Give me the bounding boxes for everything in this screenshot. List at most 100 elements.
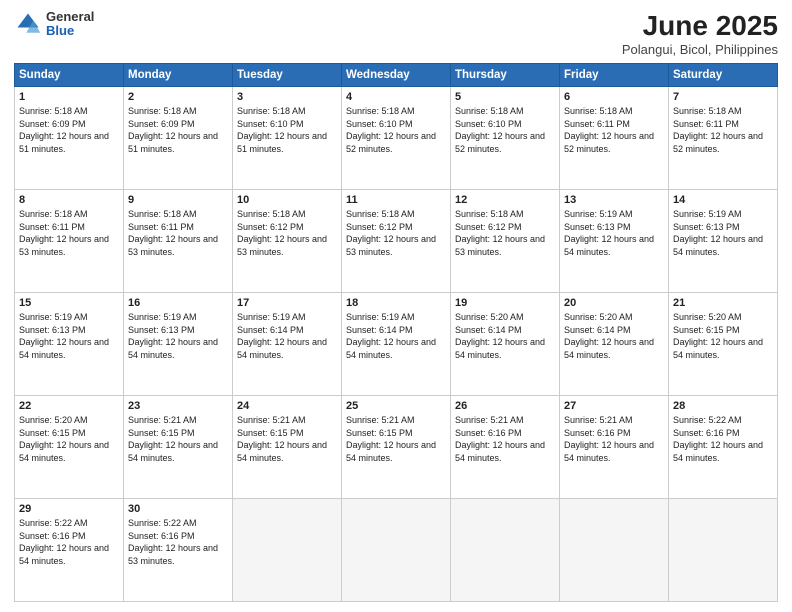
header-friday: Friday	[560, 64, 669, 87]
day-number: 6	[564, 91, 664, 103]
day-info: Sunrise: 5:20 AMSunset: 6:15 PMDaylight:…	[673, 311, 773, 361]
header-wednesday: Wednesday	[342, 64, 451, 87]
day-info: Sunrise: 5:21 AMSunset: 6:15 PMDaylight:…	[128, 414, 228, 464]
empty-cell	[233, 499, 342, 602]
calendar-day-18: 18Sunrise: 5:19 AMSunset: 6:14 PMDayligh…	[342, 293, 451, 396]
day-info: Sunrise: 5:18 AMSunset: 6:10 PMDaylight:…	[237, 105, 337, 155]
day-info: Sunrise: 5:18 AMSunset: 6:11 PMDaylight:…	[128, 208, 228, 258]
header-tuesday: Tuesday	[233, 64, 342, 87]
day-info: Sunrise: 5:20 AMSunset: 6:14 PMDaylight:…	[455, 311, 555, 361]
calendar-week-5: 29 Sunrise: 5:22 AMSunset: 6:16 PMDayligh…	[15, 499, 778, 602]
day-number: 8	[19, 194, 119, 206]
day-info: Sunrise: 5:19 AMSunset: 6:13 PMDaylight:…	[673, 208, 773, 258]
calendar-day-30: 30 Sunrise: 5:22 AMSunset: 6:16 PMDayligh…	[124, 499, 233, 602]
calendar-day-22: 22 Sunrise: 5:20 AMSunset: 6:15 PMDayligh…	[15, 396, 124, 499]
day-info: Sunrise: 5:19 AMSunset: 6:13 PMDaylight:…	[564, 208, 664, 258]
day-info: Sunrise: 5:18 AMSunset: 6:12 PMDaylight:…	[455, 208, 555, 258]
title-block: June 2025 Polangui, Bicol, Philippines	[622, 10, 778, 57]
day-number: 22	[19, 400, 119, 412]
calendar-day-11: 11 Sunrise: 5:18 AMSunset: 6:12 PMDayligh…	[342, 190, 451, 293]
logo-text: General Blue	[46, 10, 94, 39]
calendar-day-12: 12 Sunrise: 5:18 AMSunset: 6:12 PMDayligh…	[451, 190, 560, 293]
header: General Blue June 2025 Polangui, Bicol, …	[14, 10, 778, 57]
header-monday: Monday	[124, 64, 233, 87]
day-info: Sunrise: 5:20 AMSunset: 6:15 PMDaylight:…	[19, 414, 119, 464]
logo-general: General	[46, 10, 94, 24]
calendar-day-25: 25Sunrise: 5:21 AMSunset: 6:15 PMDayligh…	[342, 396, 451, 499]
day-number: 18	[346, 297, 446, 309]
day-number: 24	[237, 400, 337, 412]
day-number: 28	[673, 400, 773, 412]
day-number: 12	[455, 194, 555, 206]
calendar-day-7: 7 Sunrise: 5:18 AMSunset: 6:11 PMDaylight…	[669, 87, 778, 190]
day-number: 29	[19, 503, 119, 515]
logo: General Blue	[14, 10, 94, 39]
day-number: 7	[673, 91, 773, 103]
day-info: Sunrise: 5:18 AMSunset: 6:12 PMDaylight:…	[346, 208, 446, 258]
calendar-day-21: 21 Sunrise: 5:20 AMSunset: 6:15 PMDayligh…	[669, 293, 778, 396]
day-number: 11	[346, 194, 446, 206]
day-number: 17	[237, 297, 337, 309]
calendar-week-1: 1 Sunrise: 5:18 AMSunset: 6:09 PMDaylight…	[15, 87, 778, 190]
calendar-day-26: 26Sunrise: 5:21 AMSunset: 6:16 PMDayligh…	[451, 396, 560, 499]
day-number: 25	[346, 400, 446, 412]
day-number: 5	[455, 91, 555, 103]
day-info: Sunrise: 5:18 AMSunset: 6:10 PMDaylight:…	[346, 105, 446, 155]
page: General Blue June 2025 Polangui, Bicol, …	[0, 0, 792, 612]
day-number: 23	[128, 400, 228, 412]
day-info: Sunrise: 5:19 AMSunset: 6:14 PMDaylight:…	[237, 311, 337, 361]
calendar-day-8: 8 Sunrise: 5:18 AMSunset: 6:11 PMDaylight…	[15, 190, 124, 293]
calendar-day-1: 1Sunrise: 5:18 AMSunset: 6:09 PMDaylight…	[15, 87, 124, 190]
calendar-day-27: 27 Sunrise: 5:21 AMSunset: 6:16 PMDayligh…	[560, 396, 669, 499]
day-number: 19	[455, 297, 555, 309]
day-number: 30	[128, 503, 228, 515]
calendar-day-4: 4Sunrise: 5:18 AMSunset: 6:10 PMDaylight…	[342, 87, 451, 190]
day-number: 10	[237, 194, 337, 206]
calendar-day-2: 2 Sunrise: 5:18 AMSunset: 6:09 PMDaylight…	[124, 87, 233, 190]
calendar-day-13: 13 Sunrise: 5:19 AMSunset: 6:13 PMDayligh…	[560, 190, 669, 293]
calendar-day-19: 19 Sunrise: 5:20 AMSunset: 6:14 PMDayligh…	[451, 293, 560, 396]
calendar-day-5: 5 Sunrise: 5:18 AMSunset: 6:10 PMDaylight…	[451, 87, 560, 190]
month-title: June 2025	[622, 10, 778, 42]
weekday-header-row: Sunday Monday Tuesday Wednesday Thursday…	[15, 64, 778, 87]
calendar-day-14: 14Sunrise: 5:19 AMSunset: 6:13 PMDayligh…	[669, 190, 778, 293]
day-number: 21	[673, 297, 773, 309]
calendar-day-3: 3Sunrise: 5:18 AMSunset: 6:10 PMDaylight…	[233, 87, 342, 190]
day-number: 16	[128, 297, 228, 309]
day-info: Sunrise: 5:18 AMSunset: 6:10 PMDaylight:…	[455, 105, 555, 155]
calendar-week-3: 15 Sunrise: 5:19 AMSunset: 6:13 PMDayligh…	[15, 293, 778, 396]
day-number: 26	[455, 400, 555, 412]
day-number: 13	[564, 194, 664, 206]
day-info: Sunrise: 5:21 AMSunset: 6:16 PMDaylight:…	[564, 414, 664, 464]
day-info: Sunrise: 5:18 AMSunset: 6:12 PMDaylight:…	[237, 208, 337, 258]
calendar-week-4: 22 Sunrise: 5:20 AMSunset: 6:15 PMDayligh…	[15, 396, 778, 499]
header-saturday: Saturday	[669, 64, 778, 87]
day-number: 20	[564, 297, 664, 309]
header-sunday: Sunday	[15, 64, 124, 87]
logo-blue: Blue	[46, 24, 94, 38]
calendar-week-2: 8 Sunrise: 5:18 AMSunset: 6:11 PMDaylight…	[15, 190, 778, 293]
calendar-day-24: 24Sunrise: 5:21 AMSunset: 6:15 PMDayligh…	[233, 396, 342, 499]
day-info: Sunrise: 5:18 AMSunset: 6:11 PMDaylight:…	[19, 208, 119, 258]
day-info: Sunrise: 5:18 AMSunset: 6:09 PMDaylight:…	[128, 105, 228, 155]
calendar-day-29: 29 Sunrise: 5:22 AMSunset: 6:16 PMDayligh…	[15, 499, 124, 602]
logo-icon	[14, 10, 42, 38]
day-number: 27	[564, 400, 664, 412]
day-info: Sunrise: 5:18 AMSunset: 6:11 PMDaylight:…	[673, 105, 773, 155]
calendar-day-6: 6 Sunrise: 5:18 AMSunset: 6:11 PMDaylight…	[560, 87, 669, 190]
calendar-day-16: 16Sunrise: 5:19 AMSunset: 6:13 PMDayligh…	[124, 293, 233, 396]
location: Polangui, Bicol, Philippines	[622, 42, 778, 57]
day-info: Sunrise: 5:22 AMSunset: 6:16 PMDaylight:…	[19, 517, 119, 567]
day-info: Sunrise: 5:22 AMSunset: 6:16 PMDaylight:…	[128, 517, 228, 567]
day-number: 9	[128, 194, 228, 206]
calendar-day-23: 23 Sunrise: 5:21 AMSunset: 6:15 PMDayligh…	[124, 396, 233, 499]
day-info: Sunrise: 5:19 AMSunset: 6:13 PMDaylight:…	[19, 311, 119, 361]
day-number: 15	[19, 297, 119, 309]
empty-cell	[560, 499, 669, 602]
day-number: 2	[128, 91, 228, 103]
day-number: 1	[19, 91, 119, 103]
day-info: Sunrise: 5:18 AMSunset: 6:11 PMDaylight:…	[564, 105, 664, 155]
calendar-day-17: 17 Sunrise: 5:19 AMSunset: 6:14 PMDayligh…	[233, 293, 342, 396]
calendar-table: Sunday Monday Tuesday Wednesday Thursday…	[14, 63, 778, 602]
calendar-day-15: 15 Sunrise: 5:19 AMSunset: 6:13 PMDayligh…	[15, 293, 124, 396]
